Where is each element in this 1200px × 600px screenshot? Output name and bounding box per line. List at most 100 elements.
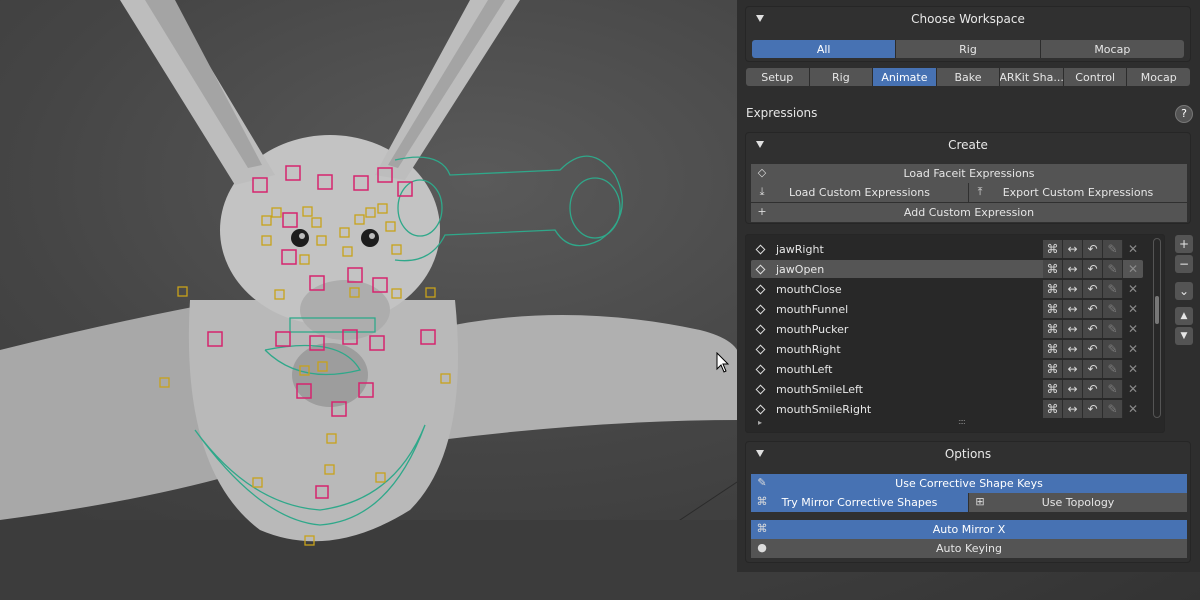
list-item[interactable]: jawRight ⌘ ↔ ↶ ✎ ✕ [751,240,1143,258]
list-item[interactable]: mouthFunnel ⌘ ↔ ↶ ✎ ✕ [751,300,1143,318]
auto-mirror-x-toggle[interactable]: ⌘ Auto Mirror X [751,520,1187,539]
list-item[interactable]: mouthSmileLeft ⌘ ↔ ↶ ✎ ✕ [751,380,1143,398]
list-item-selected[interactable]: jawOpen ⌘ ↔ ↶ ✎ ✕ [751,260,1143,278]
tab-rig[interactable]: Rig [809,68,874,86]
list-menu-button[interactable]: ⌄ [1175,282,1193,300]
close-icon[interactable]: ✕ [1123,400,1143,418]
brush-icon[interactable]: ✎ [1103,300,1123,318]
create-panel-header[interactable]: Create [746,133,1190,157]
help-icon[interactable]: ? [1175,105,1193,123]
swap-arrows-icon[interactable]: ↔ [1063,360,1083,378]
shape-key-icon [755,264,766,274]
list-scrollbar[interactable] [1153,238,1161,418]
move-up-button[interactable]: ▲ [1175,307,1193,325]
workspace-panel-header[interactable]: Choose Workspace [746,7,1190,31]
undo-icon[interactable]: ↶ [1083,260,1103,278]
add-item-button[interactable]: + [1175,235,1193,253]
swap-arrows-icon[interactable]: ↔ [1063,300,1083,318]
swap-arrows-icon[interactable]: ↔ [1063,400,1083,418]
move-down-button[interactable]: ▼ [1175,327,1193,345]
collapse-triangle-icon[interactable] [756,141,764,148]
close-icon[interactable]: ✕ [1123,320,1143,338]
use-corrective-shape-keys-toggle[interactable]: ✎ Use Corrective Shape Keys [751,474,1187,493]
options-panel-header[interactable]: Options [746,442,1190,466]
undo-icon[interactable]: ↶ [1083,360,1103,378]
mirror-icon[interactable]: ⌘ [1043,360,1063,378]
tab-setup[interactable]: Setup [746,68,810,86]
load-custom-expressions-button[interactable]: ⤓ Load Custom Expressions [751,183,968,202]
list-item[interactable]: mouthPucker ⌘ ↔ ↶ ✎ ✕ [751,320,1143,338]
undo-icon[interactable]: ↶ [1083,240,1103,258]
mirror-icon[interactable]: ⌘ [1043,400,1063,418]
workspace-all-button[interactable]: All [752,40,897,58]
list-item[interactable]: mouthLeft ⌘ ↔ ↶ ✎ ✕ [751,360,1143,378]
close-icon[interactable]: ✕ [1123,360,1143,378]
brush-icon[interactable]: ✎ [1103,340,1123,358]
mirror-icon[interactable]: ⌘ [1043,340,1063,358]
brush-icon[interactable]: ✎ [1103,360,1123,378]
row-ops: ⌘ ↔ ↶ ✎ ✕ [1043,320,1143,338]
swap-arrows-icon[interactable]: ↔ [1063,320,1083,338]
swap-arrows-icon[interactable]: ↔ [1063,280,1083,298]
shape-key-icon [755,344,766,354]
swap-arrows-icon[interactable]: ↔ [1063,340,1083,358]
list-scrollbar-thumb[interactable] [1155,296,1159,324]
swap-arrows-icon[interactable]: ↔ [1063,240,1083,258]
mirror-icon[interactable]: ⌘ [1043,380,1063,398]
list-item[interactable]: mouthClose ⌘ ↔ ↶ ✎ ✕ [751,280,1143,298]
auto-keying-toggle[interactable]: ● Auto Keying [751,539,1187,558]
collapse-triangle-icon[interactable] [756,450,764,457]
brush-icon[interactable]: ✎ [1103,320,1123,338]
brush-icon[interactable]: ✎ [1103,280,1123,298]
use-topology-toggle[interactable]: ⊞ Use Topology [969,493,1187,512]
brush-icon[interactable]: ✎ [1103,400,1123,418]
close-icon[interactable]: ✕ [1123,380,1143,398]
list-item[interactable]: mouthSmileRight ⌘ ↔ ↶ ✎ ✕ [751,400,1143,418]
undo-icon[interactable]: ↶ [1083,300,1103,318]
mirror-icon[interactable]: ⌘ [1043,300,1063,318]
add-custom-expression-button[interactable]: + Add Custom Expression [751,203,1187,222]
undo-icon[interactable]: ↶ [1083,400,1103,418]
mirror-icon[interactable]: ⌘ [1043,320,1063,338]
brush-icon[interactable]: ✎ [1103,260,1123,278]
workspace-mocap-button[interactable]: Mocap [1040,40,1184,58]
undo-icon[interactable]: ↶ [1083,380,1103,398]
workspace-selector: All Rig Mocap [752,40,1184,58]
close-icon[interactable]: ✕ [1123,340,1143,358]
remove-item-button[interactable]: − [1175,255,1193,273]
mirror-icon[interactable]: ⌘ [1043,260,1063,278]
undo-icon[interactable]: ↶ [1083,280,1103,298]
row-ops: ⌘ ↔ ↶ ✎ ✕ [1043,240,1143,258]
brush-icon[interactable]: ✎ [1103,240,1123,258]
workspace-title: Choose Workspace [911,12,1025,26]
mirror-icon[interactable]: ⌘ [1043,280,1063,298]
record-icon: ● [757,541,767,554]
list-item[interactable]: mouthRight ⌘ ↔ ↶ ✎ ✕ [751,340,1143,358]
close-icon[interactable]: ✕ [1123,260,1143,278]
workspace-rig-button[interactable]: Rig [896,40,1041,58]
shape-key-icon [755,404,766,414]
swap-arrows-icon[interactable]: ↔ [1063,380,1083,398]
tab-bake[interactable]: Bake [936,68,1001,86]
try-mirror-corrective-toggle[interactable]: ⌘ Try Mirror Corrective Shapes [751,493,968,512]
close-icon[interactable]: ✕ [1123,300,1143,318]
brush-icon[interactable]: ✎ [1103,380,1123,398]
resize-handle[interactable]: :::: [958,417,966,426]
close-icon[interactable]: ✕ [1123,240,1143,258]
undo-icon[interactable]: ↶ [1083,320,1103,338]
load-faceit-expressions-button[interactable]: ◇ Load Faceit Expressions [751,164,1187,183]
mouse-cursor-icon [716,352,730,373]
close-icon[interactable]: ✕ [1123,280,1143,298]
tab-control[interactable]: Control [1063,68,1128,86]
tab-animate[interactable]: Animate [873,68,937,86]
expand-arrow-icon[interactable]: ▸ [758,418,762,427]
collapse-triangle-icon[interactable] [756,15,764,22]
tab-arkit-shapes[interactable]: ARKit Sha... [1000,68,1064,86]
export-custom-expressions-button[interactable]: ⤒ Export Custom Expressions [969,183,1187,202]
undo-icon[interactable]: ↶ [1083,340,1103,358]
mirror-icon[interactable]: ⌘ [1043,240,1063,258]
shape-key-icon [755,364,766,374]
swap-arrows-icon[interactable]: ↔ [1063,260,1083,278]
row-ops: ⌘ ↔ ↶ ✎ ✕ [1043,280,1143,298]
tab-mocap[interactable]: Mocap [1127,68,1191,86]
